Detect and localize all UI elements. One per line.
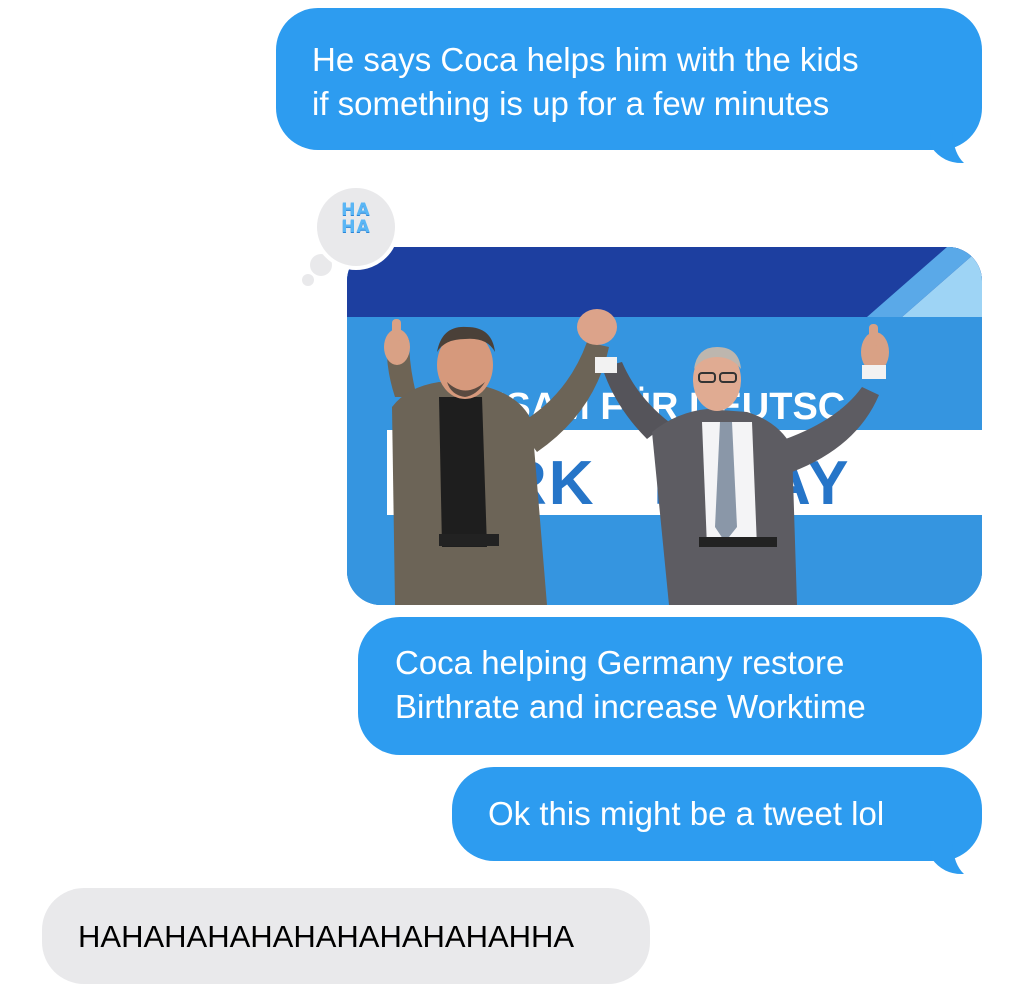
outgoing-message-bubble[interactable]: He says Coca helps him with the kids if … <box>276 8 982 150</box>
image-message[interactable]: EINSAM FÜR DEUTSC RK R BAY <box>347 247 982 605</box>
message-text-line: HAHAHAHAHAHAHAHAHAHAHHA <box>78 919 575 954</box>
photo-two-men-raising-joined-hands: EINSAM FÜR DEUTSC RK R BAY <box>347 247 982 605</box>
reaction-label: HA HA <box>341 200 371 237</box>
incoming-message-bubble[interactable]: HAHAHAHAHAHAHAHAHAHAHHA <box>42 888 650 984</box>
haha-reaction-icon[interactable]: HA HA <box>313 184 399 270</box>
reaction-bubble-dot <box>302 274 314 286</box>
outgoing-message-bubble[interactable]: Ok this might be a tweet lol <box>452 767 982 861</box>
message-text-line: Ok this might be a tweet lol <box>488 795 885 832</box>
bubble-tail <box>930 843 964 875</box>
outgoing-message-bubble[interactable]: Coca helping Germany restore Birthrate a… <box>358 617 982 755</box>
message-text-line: if something is up for a few minutes <box>312 85 830 122</box>
message-text-line: He says Coca helps him with the kids <box>312 41 859 78</box>
message-thread: He says Coca helps him with the kids if … <box>0 0 1024 993</box>
message-text-line: Birthrate and increase Worktime <box>395 688 866 725</box>
bubble-tail <box>930 132 964 164</box>
message-text-line: Coca helping Germany restore <box>395 644 845 681</box>
